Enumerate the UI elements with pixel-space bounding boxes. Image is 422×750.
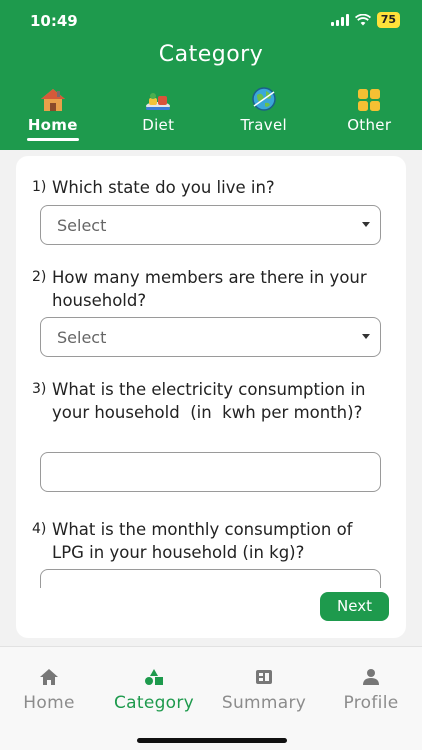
battery-indicator: 75	[376, 12, 400, 28]
caret-down-icon	[362, 334, 370, 339]
nav-category-label: Category	[113, 693, 195, 713]
summary-icon	[256, 670, 272, 684]
food-plate-icon	[146, 93, 171, 110]
household-members-select-value: Select	[57, 327, 107, 347]
next-button[interactable]: Next	[320, 592, 389, 621]
state-select[interactable]: Select	[40, 205, 381, 245]
globe-travel-icon	[252, 87, 276, 111]
category-tabs: Home Diet Travel Other	[0, 84, 422, 134]
status-icons: 75	[330, 12, 400, 28]
shapes-icon	[145, 669, 163, 685]
tab-travel[interactable]: Travel	[211, 84, 317, 134]
active-tab-underline	[27, 138, 79, 141]
home-indicator[interactable]	[137, 738, 287, 743]
tab-home[interactable]: Home	[0, 84, 106, 134]
question-2-text: How many members are there in your house…	[52, 268, 367, 310]
nav-category[interactable]: Category	[108, 667, 200, 713]
status-time: 10:49	[30, 12, 78, 30]
nav-profile[interactable]: Profile	[336, 667, 406, 713]
tab-diet-label: Diet	[142, 116, 175, 134]
tab-home-label: Home	[27, 116, 78, 134]
nav-summary[interactable]: Summary	[216, 667, 312, 713]
questionnaire-card: 1) Which state do you live in? Select 2)…	[16, 156, 406, 638]
question-1-number: 1)	[32, 179, 47, 195]
question-3-text: What is the electricity consumption in y…	[52, 380, 371, 422]
lpg-consumption-input[interactable]	[40, 569, 381, 588]
grid-squares-icon	[358, 89, 381, 111]
question-4-number: 4)	[32, 521, 47, 537]
page-title: Category	[158, 42, 264, 67]
status-bar: 10:49 75	[0, 0, 422, 40]
person-icon	[363, 669, 379, 685]
house-icon	[40, 89, 65, 111]
wifi-icon	[354, 14, 371, 26]
tab-other[interactable]: Other	[317, 84, 422, 134]
question-4-text: What is the monthly consumption of LPG i…	[52, 520, 353, 562]
nav-home-label: Home	[23, 693, 75, 713]
questionnaire-form[interactable]: 1) Which state do you live in? Select 2)…	[16, 156, 406, 588]
electricity-consumption-input[interactable]	[40, 452, 381, 492]
bottom-navigation: Home Category Summary Profile	[0, 646, 422, 750]
tab-other-label: Other	[347, 116, 392, 134]
app-header: 10:49 75 Category Home Diet Travel Other	[0, 0, 422, 150]
tab-diet[interactable]: Diet	[106, 84, 212, 134]
nav-summary-label: Summary	[221, 693, 307, 713]
question-1-text: Which state do you live in?	[52, 178, 275, 197]
nav-home[interactable]: Home	[18, 667, 80, 713]
home-icon	[40, 669, 58, 685]
nav-profile-label: Profile	[343, 693, 399, 713]
caret-down-icon	[362, 222, 370, 227]
cellular-signal-icon	[330, 14, 349, 26]
state-select-value: Select	[57, 215, 107, 235]
question-3-number: 3)	[32, 381, 47, 397]
household-members-select[interactable]: Select	[40, 317, 381, 357]
tab-travel-label: Travel	[240, 116, 287, 134]
question-2-number: 2)	[32, 269, 47, 285]
